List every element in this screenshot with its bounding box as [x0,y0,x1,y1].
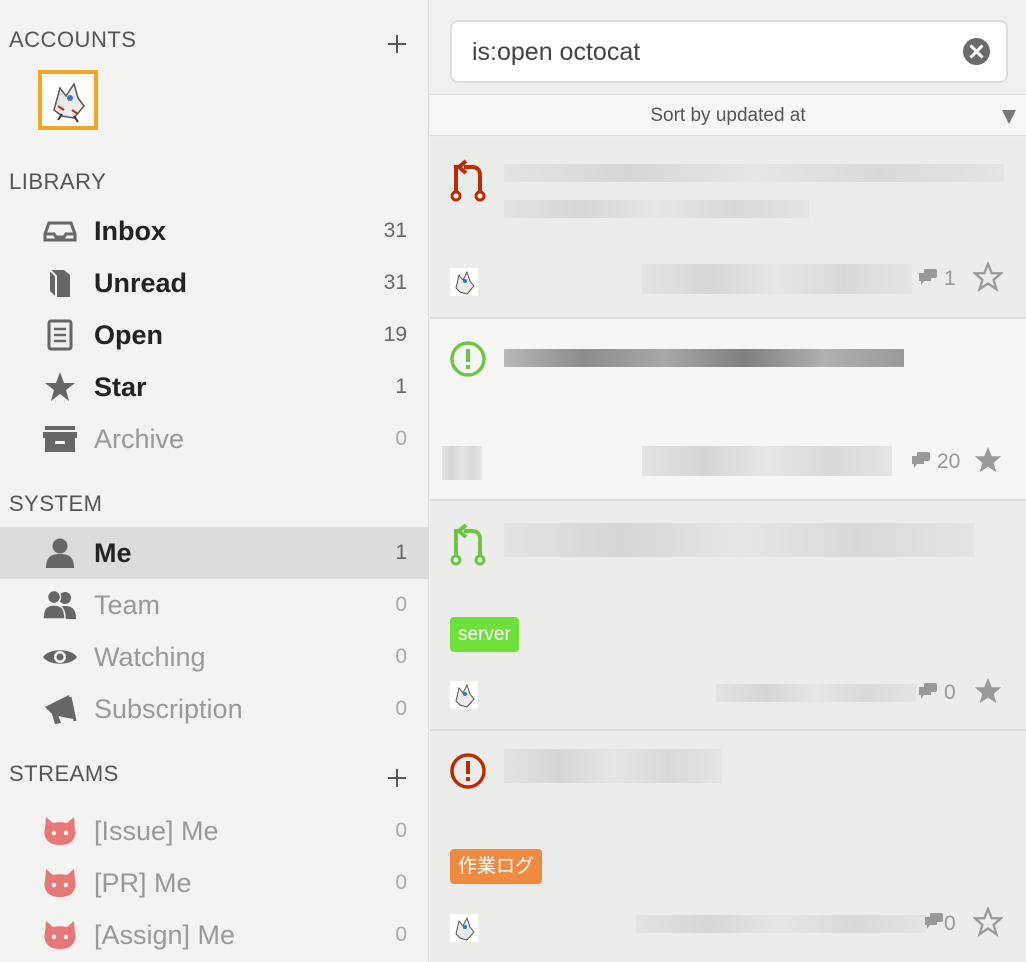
system-title: SYSTEM [9,491,103,516]
team-icon [42,589,78,621]
blurred-title [504,164,1004,182]
library-title: LIBRARY [9,169,107,194]
avatar-image [44,76,92,124]
account-avatar[interactable] [38,70,98,130]
blurred-meta [442,446,482,480]
octocat-icon [42,815,78,847]
sidebar-item-label: [Issue] Me [94,816,219,846]
eye-icon [42,641,78,673]
blurred-title [504,749,722,783]
blurred-meta [716,684,916,702]
accounts-title: ACCOUNTS [9,27,137,52]
sidebar-item-count: 0 [395,427,407,450]
comment-count: 20 [937,450,961,473]
sidebar-item-label: Watching [94,642,206,672]
blurred-title [504,200,809,218]
star-filled-icon[interactable] [973,445,1003,475]
clear-search-icon[interactable] [963,38,990,65]
comment-icon [925,913,943,929]
comment-icon [919,683,937,699]
list-item[interactable]: 20 [430,319,1026,501]
sidebar-item-assign-me[interactable]: [Assign] Me 0 [0,909,428,961]
blurred-meta [636,915,926,933]
document-icon [42,319,78,351]
issue-closed-icon [450,753,486,789]
archive-icon [42,423,78,455]
pull-request-open-icon [450,523,486,566]
sidebar-item-label: Unread [94,268,188,298]
sidebar-item-label: Subscription [94,694,243,724]
avatar [450,914,478,942]
star-outline-icon[interactable] [973,262,1003,292]
sidebar-item-unread[interactable]: Unread 31 [0,257,428,309]
star-outline-icon[interactable] [973,907,1003,937]
list-item[interactable]: 1 [430,137,1026,319]
sidebar-item-label: Inbox [94,216,166,246]
octocat-icon [42,919,78,951]
add-stream-button[interactable] [386,767,408,789]
sidebar-item-count: 0 [395,593,407,616]
sort-label: Sort by updated at [650,105,806,126]
sidebar-item-count: 0 [395,923,407,946]
blurred-title [504,349,904,367]
sidebar-item-count: 19 [383,323,407,346]
sidebar-item-label: [PR] Me [94,868,192,898]
search-box [450,20,1008,83]
sidebar-item-label: Team [94,590,161,620]
sort-select[interactable]: Sort by updated at [430,94,1026,136]
dropdown-arrow-icon [1002,110,1016,124]
sidebar-item-subscription[interactable]: Subscription 0 [0,683,428,735]
streams-title: STREAMS [9,761,119,786]
pull-request-closed-icon [450,159,486,202]
inbox-icon [42,215,78,247]
blurred-meta [642,446,892,476]
megaphone-icon [42,693,78,725]
person-icon [42,537,78,569]
sidebar-item-label: Me [94,538,132,568]
sidebar-item-label: Star [94,372,147,402]
search-input[interactable] [472,36,952,68]
comment-icon [912,452,930,468]
sidebar: ACCOUNTS LIBRARY Inbox 31 Unread 31 Open… [0,0,429,962]
label-badge[interactable]: server [450,617,519,652]
sidebar-item-watching[interactable]: Watching 0 [0,631,428,683]
list-item[interactable]: server 0 [430,501,1026,731]
comment-count: 0 [944,681,956,704]
star-filled-icon[interactable] [973,676,1003,706]
octocat-icon [42,867,78,899]
sidebar-item-count: 0 [395,819,407,842]
comment-count: 1 [944,267,956,290]
sidebar-item-count: 31 [383,271,407,294]
comment-icon [919,269,937,285]
sidebar-item-me[interactable]: Me 1 [0,527,428,579]
sidebar-item-count: 0 [395,645,407,668]
sidebar-item-label: [Assign] Me [94,920,236,950]
list-item[interactable]: 作業ログ 0 [430,731,1026,962]
sidebar-item-team[interactable]: Team 0 [0,579,428,631]
sidebar-item-star[interactable]: Star 1 [0,361,428,413]
sidebar-item-count: 0 [395,871,407,894]
avatar [450,681,478,709]
sidebar-item-issue-me[interactable]: [Issue] Me 0 [0,805,428,857]
sidebar-item-pr-me[interactable]: [PR] Me 0 [0,857,428,909]
blurred-title [504,523,974,557]
sidebar-item-count: 31 [383,219,407,242]
blurred-meta [642,264,912,294]
sidebar-item-label: Archive [94,424,185,454]
star-icon [42,371,78,403]
sidebar-item-label: Open [94,320,164,350]
sidebar-item-open[interactable]: Open 19 [0,309,428,361]
sidebar-item-count: 1 [395,375,407,398]
issue-open-icon [450,341,486,377]
book-icon [42,267,78,299]
sidebar-item-archive[interactable]: Archive 0 [0,413,428,465]
label-badge[interactable]: 作業ログ [450,849,543,884]
sidebar-item-count: 1 [395,541,407,564]
sidebar-item-inbox[interactable]: Inbox 31 [0,205,428,257]
add-account-button[interactable] [386,33,408,55]
issue-list-pane: Sort by updated at 1 20 [430,0,1026,962]
sidebar-item-count: 0 [395,697,407,720]
comment-count: 0 [944,912,956,935]
avatar [450,268,478,296]
